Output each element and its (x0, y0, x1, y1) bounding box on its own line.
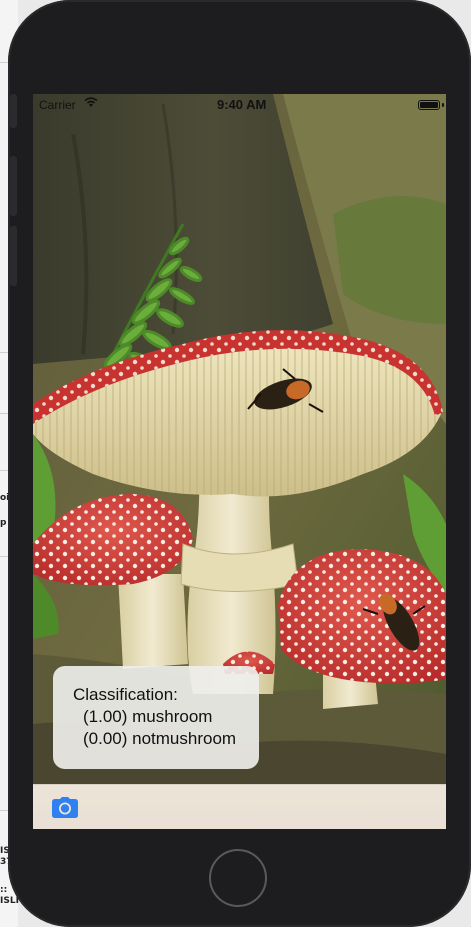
home-button[interactable] (209, 849, 267, 907)
battery-icon (418, 100, 440, 110)
camera-icon[interactable] (52, 797, 78, 818)
status-bar: Carrier 9:40 AM (33, 94, 446, 116)
classification-result-notmushroom: (0.00) notmushroom (83, 729, 237, 748)
carrier-label: Carrier (39, 98, 76, 112)
host-text-fragment: p (0, 518, 7, 528)
classification-result-mushroom: (1.00) mushroom (83, 707, 213, 726)
bottom-toolbar (33, 784, 446, 829)
classification-result-card: Classification: (1.00) mushroom (0.00) n… (53, 666, 259, 769)
host-text-fragment: ISLI (0, 896, 19, 906)
host-text-fragment: :: (0, 885, 8, 895)
classification-heading: Classification: (73, 685, 178, 704)
volume-up-button (10, 156, 17, 216)
mute-switch (10, 94, 17, 128)
app-screen: Carrier 9:40 AM Classification: (1.00) m… (33, 94, 446, 829)
volume-down-button (10, 226, 17, 286)
wifi-icon (84, 97, 98, 111)
status-time: 9:40 AM (217, 97, 267, 112)
